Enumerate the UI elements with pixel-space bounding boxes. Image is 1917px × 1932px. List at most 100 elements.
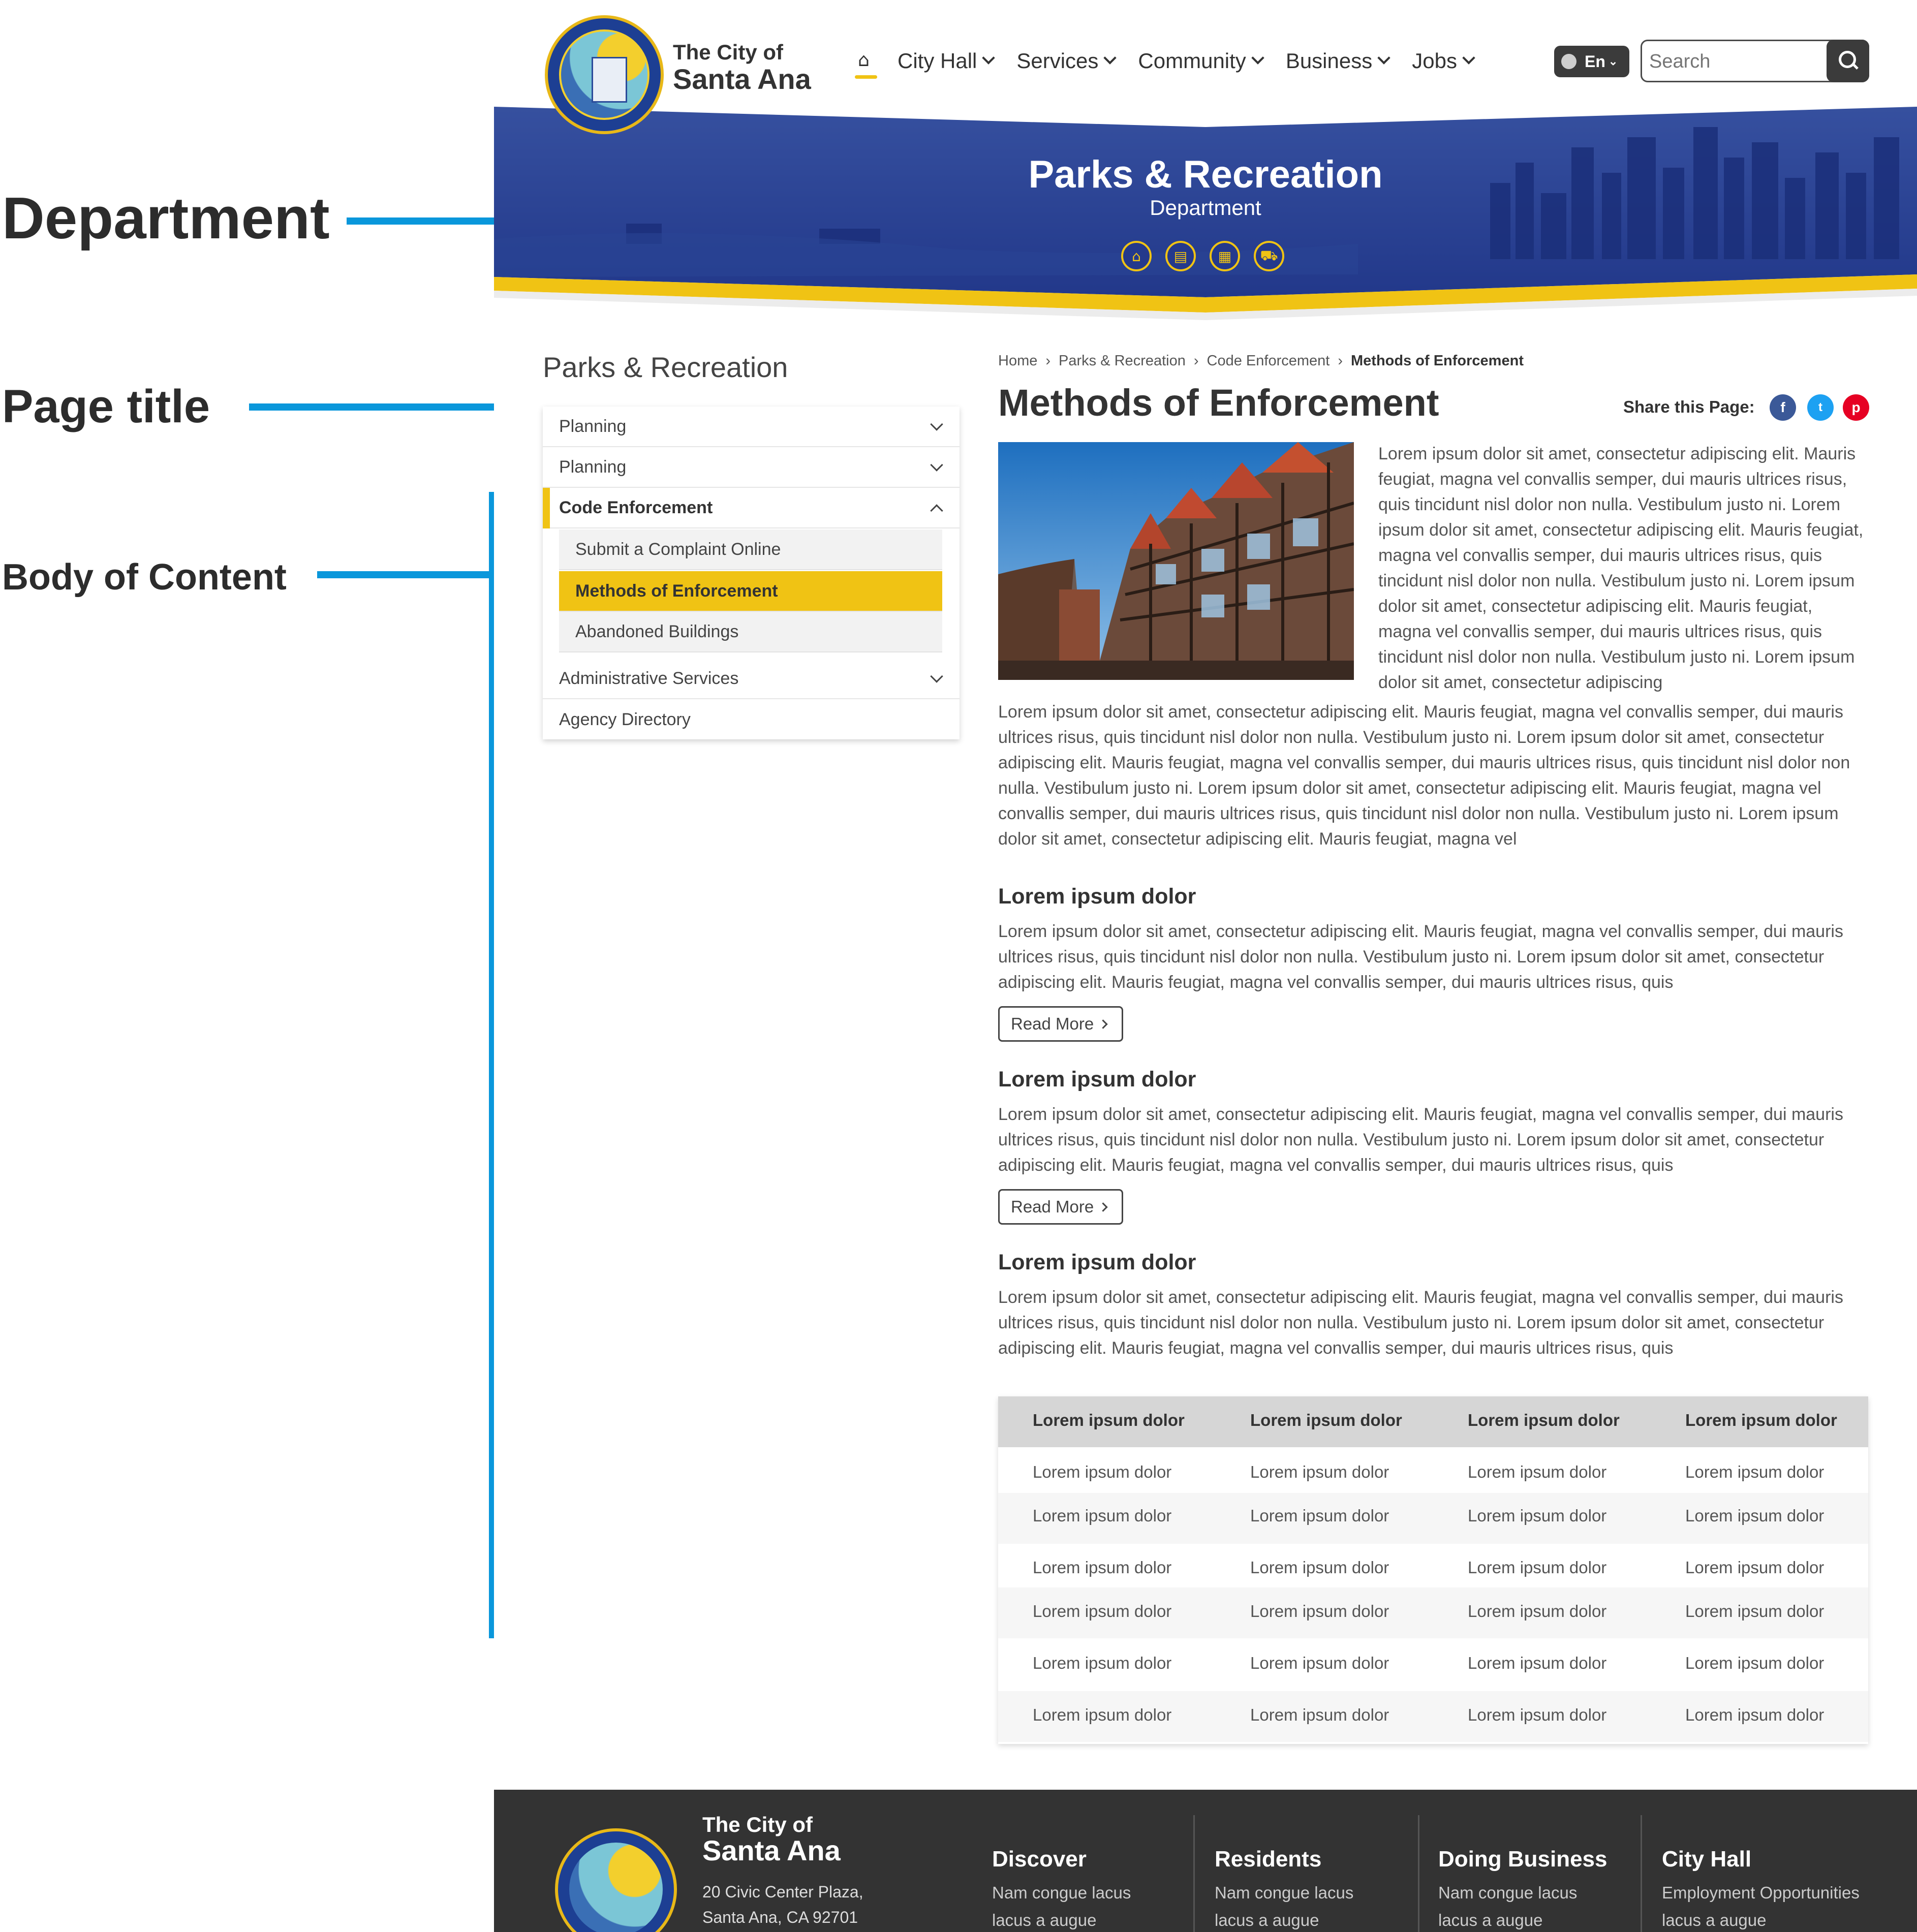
table-cell: Lorem ipsum dolor	[1468, 1602, 1607, 1621]
chevron-down-icon	[930, 458, 943, 472]
chevron-down-icon	[1103, 51, 1117, 65]
breadcrumb-home[interactable]: Home	[998, 353, 1037, 369]
sidebar-item-planning[interactable]: Planning	[543, 407, 960, 447]
footer-address-line-1: 20 Civic Center Plaza,	[702, 1883, 863, 1901]
annotation-page-title: Page title	[2, 381, 210, 432]
chevron-down-icon	[930, 670, 943, 683]
chevron-down-icon	[982, 51, 996, 65]
brand-line-1: The City of	[673, 40, 783, 64]
footer-link[interactable]: lacus a augue	[1438, 1907, 1642, 1932]
sidebar-item-label: Planning	[559, 457, 627, 477]
sidebar-subitem-label: Methods of Enforcement	[575, 581, 778, 601]
table-cell: Lorem ipsum dolor	[1685, 1602, 1825, 1621]
department-subtitle: Department	[1150, 196, 1261, 220]
site-brand[interactable]: The City of Santa Ana	[673, 42, 811, 94]
chevron-right-icon	[1098, 1202, 1108, 1212]
breadcrumb-code-enforcement[interactable]: Code Enforcement	[1207, 353, 1330, 369]
active-indicator	[855, 75, 877, 79]
page-title: Methods of Enforcement	[998, 382, 1439, 424]
footer-city-seal-logo[interactable]	[555, 1828, 677, 1932]
table-cell: Lorem ipsum dolor	[1033, 1602, 1172, 1621]
table-header-cell: Lorem ipsum dolor	[1250, 1411, 1402, 1429]
footer-link[interactable]: lacus a augue	[1662, 1907, 1896, 1932]
read-more-button[interactable]: Read More	[998, 1006, 1123, 1042]
sidebar-subitem-submit-complaint[interactable]: Submit a Complaint Online	[559, 529, 942, 570]
sidebar-item-planning-2[interactable]: Planning	[543, 447, 960, 488]
nav-label: City Hall	[898, 49, 977, 73]
chevron-down-icon	[1377, 51, 1390, 65]
content-image	[998, 442, 1354, 680]
sidebar-item-administrative-services[interactable]: Administrative Services	[543, 659, 960, 699]
sidebar-item-label: Code Enforcement	[559, 497, 713, 517]
table-cell: Lorem ipsum dolor	[1033, 1558, 1172, 1577]
sidebar-item-agency-directory[interactable]: Agency Directory	[543, 699, 960, 740]
sidebar-nav: Planning Planning Code Enforcement Submi…	[543, 407, 960, 739]
table-header-cell: Lorem ipsum dolor	[1468, 1411, 1620, 1429]
nav-services[interactable]: Services	[1016, 49, 1117, 73]
table-header-cell: Lorem ipsum dolor	[1685, 1411, 1837, 1429]
footer-link[interactable]: Nam congue lacus	[992, 1879, 1195, 1907]
footer-address-line-2: Santa Ana, CA 92701	[702, 1908, 858, 1926]
footer-link[interactable]: Nam congue lacus	[1438, 1879, 1642, 1907]
site-footer: The City of Santa Ana 20 Civic Center Pl…	[494, 1790, 1917, 1932]
nav-community[interactable]: Community	[1138, 49, 1264, 73]
nav-label: Services	[1016, 49, 1099, 73]
annotation-body: Body of Content	[2, 557, 287, 598]
cart-icon[interactable]: ⛟	[1254, 241, 1284, 271]
footer-link[interactable]: lacus a augue	[1215, 1907, 1418, 1932]
seal-emblem	[559, 29, 650, 120]
nav-city-hall[interactable]: City Hall	[898, 49, 996, 73]
search-button[interactable]	[1827, 40, 1869, 82]
footer-link[interactable]: lacus a augue	[992, 1907, 1195, 1932]
share-label: Share this Page:	[1623, 397, 1755, 416]
read-more-button[interactable]: Read More	[998, 1189, 1123, 1225]
section-text-2: Lorem ipsum dolor sit amet, consectetur …	[998, 1105, 1843, 1175]
chevron-up-icon	[930, 504, 943, 517]
sidebar-subitem-abandoned-buildings[interactable]: Abandoned Buildings	[559, 612, 942, 652]
footer-brand: The City of Santa Ana	[702, 1814, 841, 1865]
breadcrumb-parks[interactable]: Parks & Recreation	[1059, 353, 1186, 369]
pinterest-share-icon[interactable]: p	[1843, 394, 1869, 421]
table-cell: Lorem ipsum dolor	[1033, 1462, 1172, 1481]
calendar-icon[interactable]: ▦	[1210, 241, 1240, 271]
nav-home[interactable]: ⌂	[855, 46, 877, 79]
language-label: En	[1585, 52, 1605, 71]
chevron-down-icon	[1251, 51, 1264, 65]
footer-link[interactable]: Employment Opportunities	[1662, 1879, 1896, 1907]
chevron-down-icon	[930, 418, 943, 431]
table-cell: Lorem ipsum dolor	[1685, 1558, 1825, 1577]
breadcrumb-separator-icon: ›	[1045, 353, 1051, 369]
footer-link[interactable]: Nam congue lacus	[1215, 1879, 1418, 1907]
facebook-share-icon[interactable]: f	[1770, 394, 1796, 421]
table-cell: Lorem ipsum dolor	[1250, 1558, 1389, 1577]
footer-brand-line-1: The City of	[702, 1813, 813, 1836]
nav-jobs[interactable]: Jobs	[1412, 49, 1475, 73]
twitter-share-icon[interactable]: t	[1807, 394, 1834, 421]
sidebar-item-code-enforcement[interactable]: Code Enforcement	[543, 488, 960, 528]
table-cell: Lorem ipsum dolor	[1685, 1506, 1825, 1525]
table-cell: Lorem ipsum dolor	[1033, 1506, 1172, 1525]
table-cell: Lorem ipsum dolor	[1468, 1654, 1607, 1672]
footer-column-title: City Hall	[1662, 1847, 1752, 1872]
sidebar-subitem-methods-of-enforcement[interactable]: Methods of Enforcement	[559, 571, 942, 612]
table-header-cell: Lorem ipsum dolor	[1033, 1411, 1185, 1429]
department-quick-links: ⌂ ▤ ▦ ⛟	[1121, 241, 1284, 271]
chevron-right-icon	[1098, 1019, 1108, 1029]
home-icon[interactable]: ⌂	[1121, 241, 1152, 271]
site-header: The City of Santa Ana ⌂ City Hall Servic…	[494, 0, 1917, 109]
city-seal-logo[interactable]	[545, 15, 664, 134]
table-cell: Lorem ipsum dolor	[1468, 1462, 1607, 1481]
page: The City of Santa Ana ⌂ City Hall Servic…	[494, 0, 1917, 1932]
footer-brand-line-2: Santa Ana	[702, 1834, 841, 1866]
table-cell: Lorem ipsum dolor	[1250, 1705, 1389, 1724]
search-input[interactable]	[1649, 48, 1812, 75]
nav-business[interactable]: Business	[1286, 49, 1390, 73]
intro-paragraph-beside-image: Lorem ipsum dolor sit amet, consectetur …	[1378, 444, 1864, 692]
search-box	[1641, 40, 1869, 82]
newspaper-icon[interactable]: ▤	[1165, 241, 1196, 271]
intro-paragraph: Lorem ipsum dolor sit amet, consectetur …	[998, 702, 1850, 849]
footer-column-title: Discover	[992, 1847, 1087, 1872]
footer-column-title: Residents	[1215, 1847, 1322, 1872]
language-selector[interactable]: En ⌄	[1554, 46, 1629, 77]
section-heading-3: Lorem ipsum dolor	[998, 1250, 1196, 1274]
